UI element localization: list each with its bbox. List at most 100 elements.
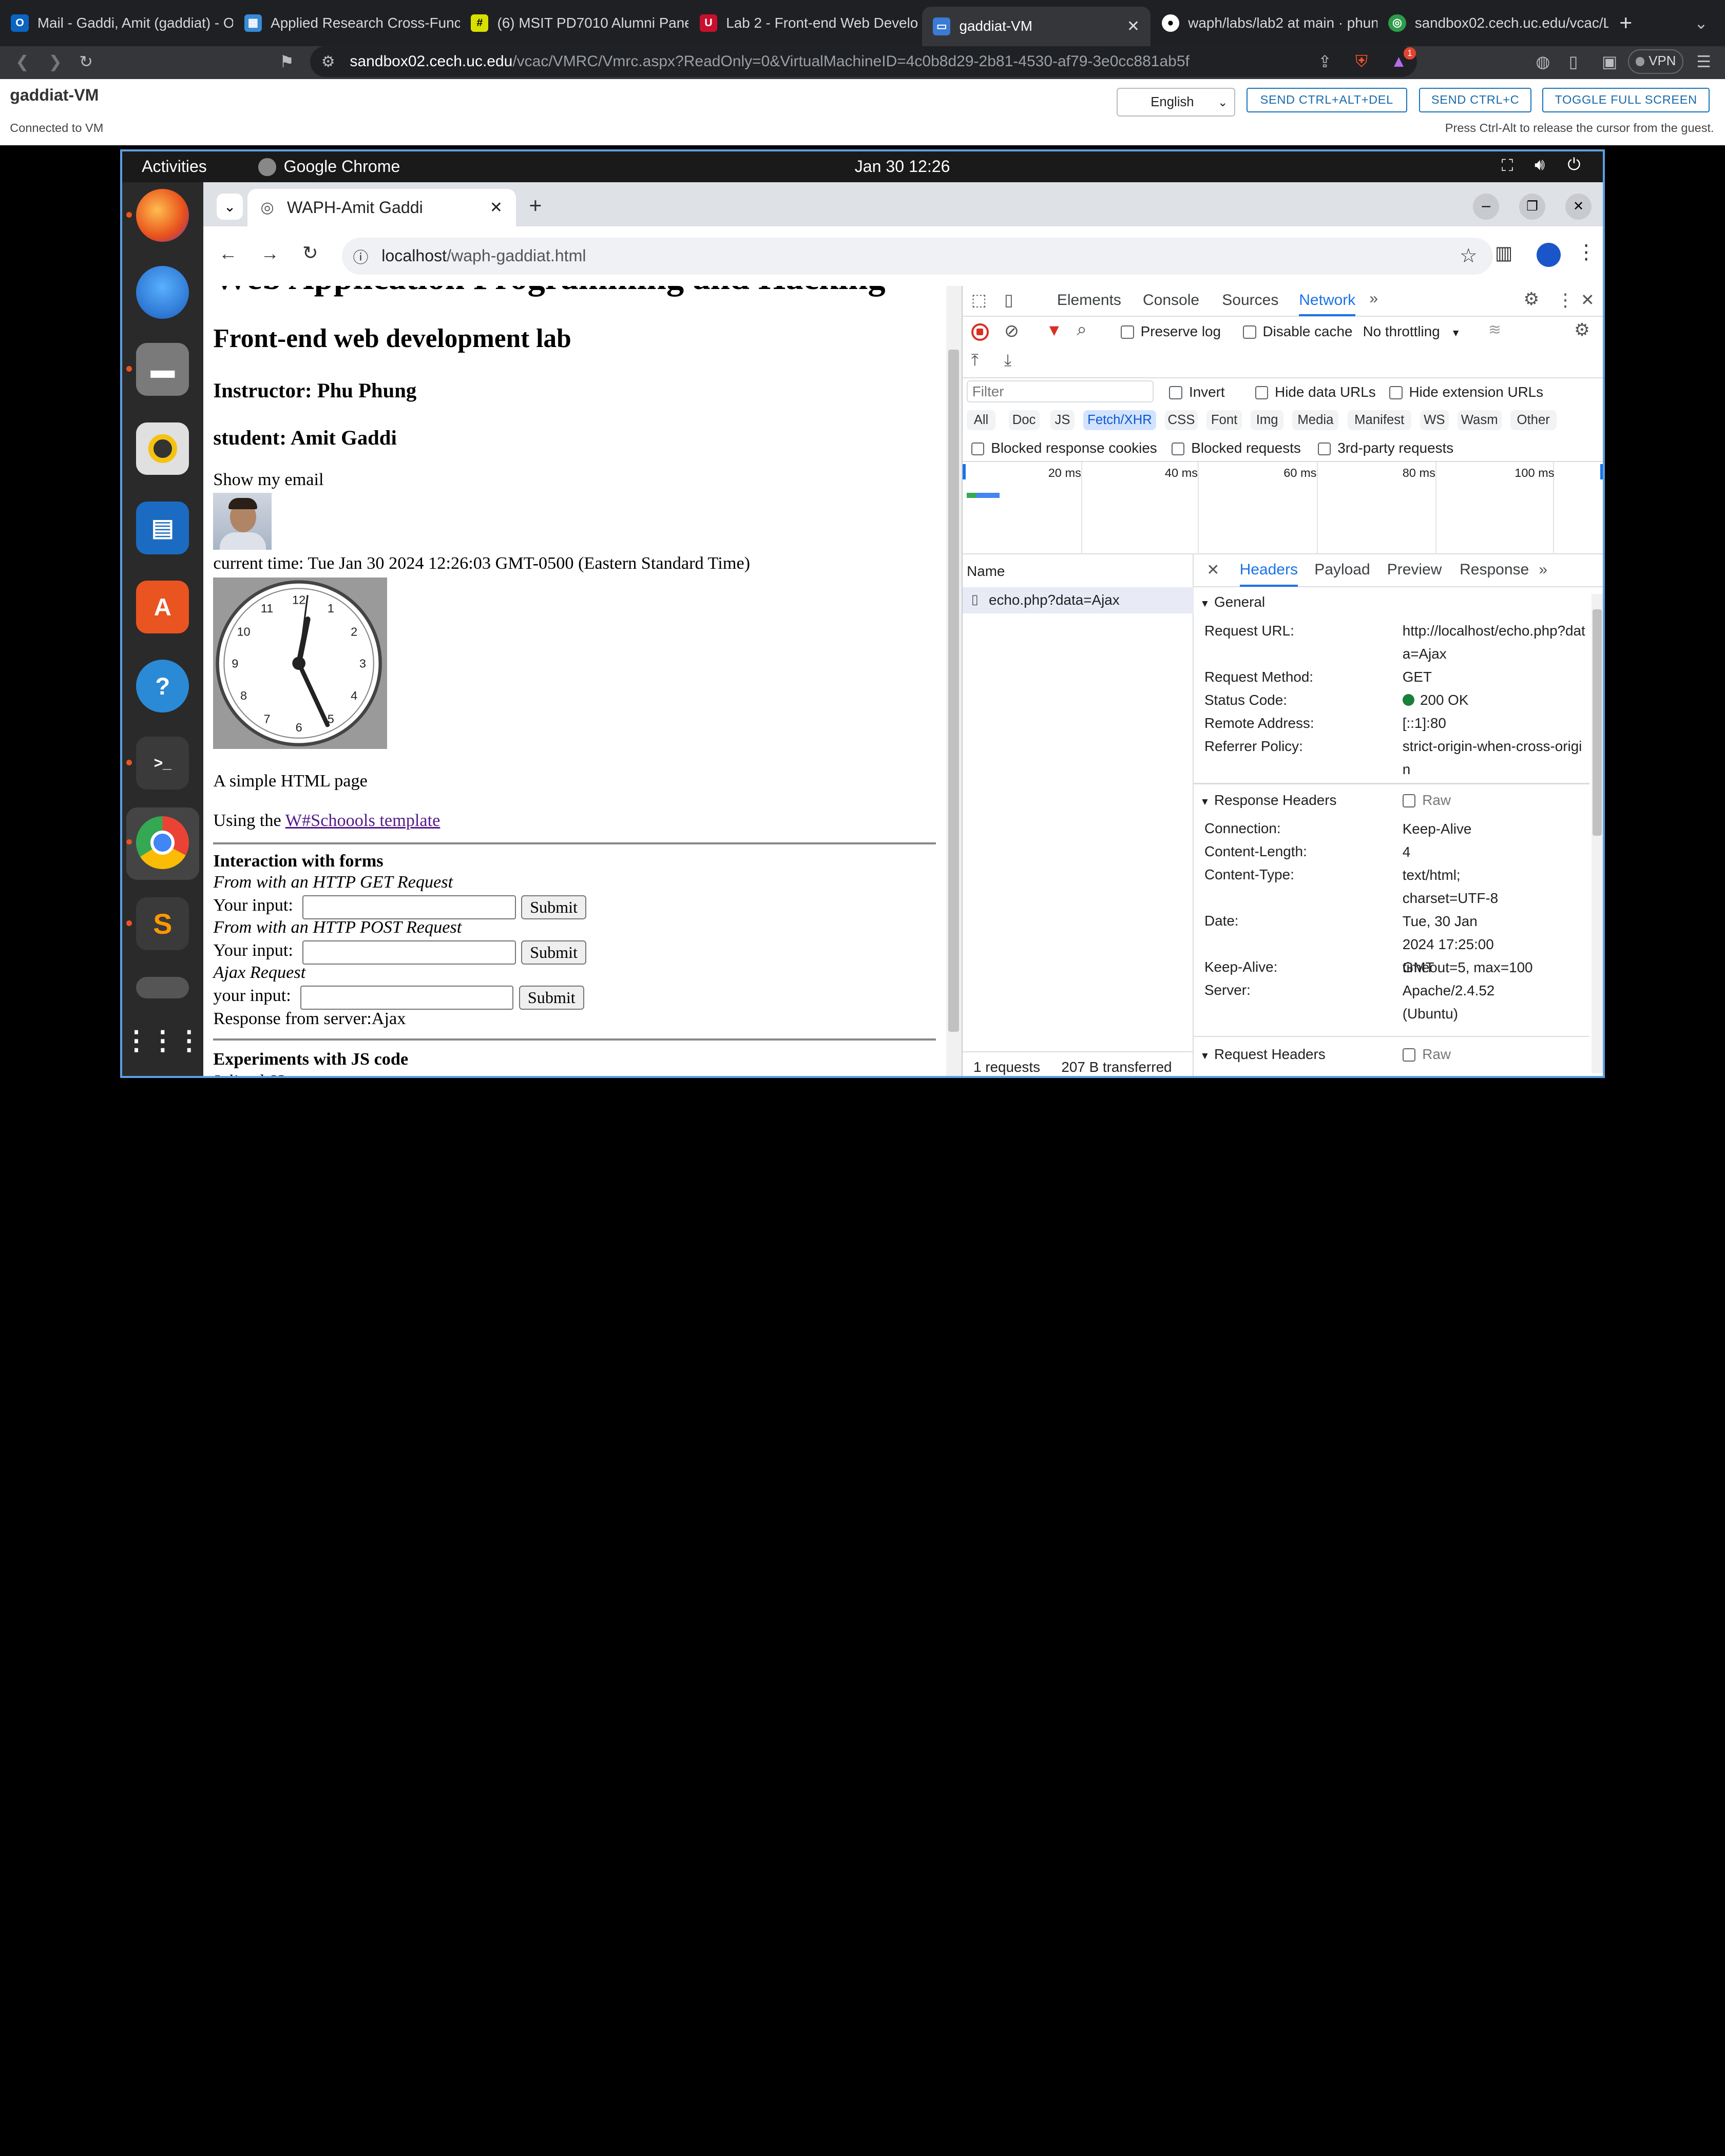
checkbox[interactable] — [1389, 386, 1403, 400]
guest-address-bar[interactable]: ⓘ localhost/waph-gaddiat.html ☆ — [342, 237, 1493, 275]
tab-elements[interactable]: Elements — [1057, 292, 1121, 309]
share-icon[interactable]: ⇪ — [1318, 52, 1332, 71]
filter-input[interactable]: Filter — [967, 380, 1154, 402]
host-tab-lab2[interactable]: U Lab 2 - Front-end Web Developm — [688, 7, 917, 40]
guest-screen[interactable]: Activities Google Chrome Jan 30 12:26 ⛶ … — [120, 149, 1605, 1078]
close-icon[interactable]: ✕ — [490, 199, 503, 217]
checkbox[interactable] — [971, 442, 985, 456]
response-headers-section-header[interactable]: ▼ Response Headers — [1200, 792, 1336, 808]
info-icon[interactable]: ⓘ — [353, 245, 369, 267]
restore-icon[interactable]: ❐ — [1519, 193, 1546, 220]
reload-icon[interactable]: ↻ — [79, 52, 93, 71]
hide-extension-urls-checkbox[interactable]: Hide extension URLs — [1389, 384, 1543, 400]
request-row[interactable]: ▯ echo.php?data=Ajax — [962, 587, 1194, 614]
minimize-icon[interactable]: – — [1472, 193, 1500, 220]
more-tabs-icon[interactable]: » — [1539, 561, 1547, 579]
language-select[interactable]: English ⌄ — [1117, 88, 1236, 117]
terminal-icon[interactable]: >_ — [136, 737, 189, 790]
rhythmbox-icon[interactable] — [136, 422, 189, 475]
checkbox[interactable] — [1255, 386, 1269, 400]
detail-tab-headers[interactable]: Headers — [1239, 561, 1298, 587]
invert-checkbox[interactable]: Invert — [1169, 384, 1225, 400]
chrome-icon[interactable] — [136, 816, 189, 869]
checkbox[interactable] — [1317, 442, 1331, 456]
checkbox[interactable] — [1402, 794, 1416, 808]
host-tab-research[interactable]: ▦ Applied Research Cross-Functio — [233, 7, 460, 40]
bookmark-icon[interactable]: ⚑ — [279, 52, 294, 71]
get-input[interactable] — [302, 895, 516, 920]
show-email-text[interactable]: Show my email — [213, 470, 323, 490]
raw-checkbox[interactable]: Raw — [1402, 1046, 1451, 1063]
host-tab-sandbox[interactable]: ◎ sandbox02.cech.uc.edu/vcac/Lo — [1377, 7, 1608, 40]
device-toolbar-icon[interactable]: ▯ — [1004, 290, 1013, 310]
new-tab-icon[interactable]: + — [529, 194, 542, 219]
menu-icon[interactable]: ☰ — [1696, 52, 1711, 71]
checkbox[interactable] — [1171, 442, 1185, 456]
app-center-icon[interactable]: A — [136, 581, 189, 633]
tab-console[interactable]: Console — [1143, 292, 1199, 309]
page-scrollbar[interactable] — [946, 285, 962, 1076]
network-settings-icon[interactable]: ⚙ — [1574, 320, 1590, 340]
template-link[interactable]: W#Schoools template — [285, 811, 440, 830]
checkbox[interactable] — [1242, 325, 1256, 339]
firefox-icon[interactable] — [136, 189, 189, 242]
forward-icon[interactable]: ❯ — [48, 52, 62, 71]
drive-icon[interactable] — [136, 976, 189, 999]
record-icon[interactable] — [971, 323, 989, 341]
third-party-checkbox[interactable]: 3rd-party requests — [1317, 440, 1453, 456]
detail-tab-preview[interactable]: Preview — [1387, 561, 1442, 579]
star-icon[interactable]: ☆ — [1460, 244, 1478, 267]
tab-list-icon[interactable]: ⌄ — [216, 193, 243, 220]
timeline-handle-right[interactable] — [1600, 464, 1603, 479]
detail-scrollbar[interactable] — [1592, 593, 1603, 1074]
checkbox[interactable] — [1169, 386, 1183, 400]
request-headers-section-header[interactable]: ▼ Request Headers — [1200, 1046, 1325, 1063]
thunderbird-icon[interactable] — [136, 266, 189, 319]
checkbox[interactable] — [1402, 1048, 1416, 1062]
timeline-overview[interactable]: 20 ms 40 ms 60 ms 80 ms 100 ms — [962, 461, 1603, 554]
filter-ws[interactable]: WS — [1420, 410, 1449, 430]
filter-img[interactable]: Img — [1250, 410, 1284, 430]
filter-funnel-icon[interactable]: ▼ — [1046, 321, 1062, 340]
profile-avatar[interactable] — [1537, 243, 1561, 267]
detail-tab-payload[interactable]: Payload — [1314, 561, 1370, 579]
tab-sources[interactable]: Sources — [1222, 292, 1278, 309]
vpn-button[interactable]: VPN — [1628, 49, 1683, 74]
filter-css[interactable]: CSS — [1164, 410, 1198, 430]
wallet-icon[interactable]: ▣ — [1602, 52, 1617, 71]
guest-tab[interactable]: ◎ WAPH-Amit Gaddi ✕ — [247, 189, 516, 227]
ajax-input[interactable] — [300, 985, 514, 1010]
filter-manifest[interactable]: Manifest — [1347, 410, 1411, 430]
side-panel-icon[interactable]: ▥ — [1495, 242, 1512, 264]
new-tab-icon[interactable]: + — [1619, 11, 1632, 36]
leo-ai-icon[interactable]: ◍ — [1536, 52, 1550, 71]
site-info-icon[interactable]: ⚙ — [321, 53, 335, 71]
libreoffice-writer-icon[interactable]: ▤ — [136, 501, 189, 554]
sublime-text-icon[interactable]: S — [136, 897, 189, 951]
settings-icon[interactable]: ⚙ — [1523, 289, 1539, 310]
filter-other[interactable]: Other — [1510, 410, 1557, 430]
filter-wasm[interactable]: Wasm — [1457, 410, 1502, 430]
app-menu[interactable]: Google Chrome — [284, 157, 400, 176]
host-address-bar[interactable]: ⚙ sandbox02.cech.uc.edu/vcac/VMRC/Vmrc.a… — [310, 46, 1417, 77]
more-options-icon[interactable]: ⋮ — [1557, 290, 1574, 311]
close-devtools-icon[interactable]: ✕ — [1581, 290, 1595, 310]
ajax-submit-button[interactable]: Submit — [519, 985, 584, 1010]
timeline-handle-left[interactable] — [962, 464, 966, 479]
filter-font[interactable]: Font — [1206, 410, 1242, 430]
filter-js[interactable]: JS — [1050, 410, 1075, 430]
filter-all[interactable]: All — [967, 410, 995, 430]
host-tab-github[interactable]: ● waph/labs/lab2 at main · phungp — [1151, 7, 1377, 40]
network-conditions-icon[interactable]: ≋ — [1488, 321, 1501, 339]
search-icon[interactable]: ⌕ — [1077, 320, 1086, 340]
send-ctrl-c-button[interactable]: SEND CTRL+C — [1419, 88, 1531, 112]
blocked-requests-checkbox[interactable]: Blocked requests — [1171, 440, 1301, 456]
reload-icon[interactable]: ↻ — [302, 242, 318, 264]
preserve-log-checkbox[interactable]: Preserve log — [1121, 323, 1221, 340]
send-ctrl-alt-del-button[interactable]: SEND CTRL+ALT+DEL — [1246, 88, 1407, 112]
filter-fetch-xhr[interactable]: Fetch/XHR — [1083, 410, 1156, 430]
help-icon[interactable]: ? — [136, 660, 189, 713]
toggle-full-screen-button[interactable]: TOGGLE FULL SCREEN — [1542, 88, 1710, 112]
activities-button[interactable]: Activities — [142, 157, 207, 176]
brave-shield-icon[interactable]: ⛨ — [1355, 52, 1368, 71]
